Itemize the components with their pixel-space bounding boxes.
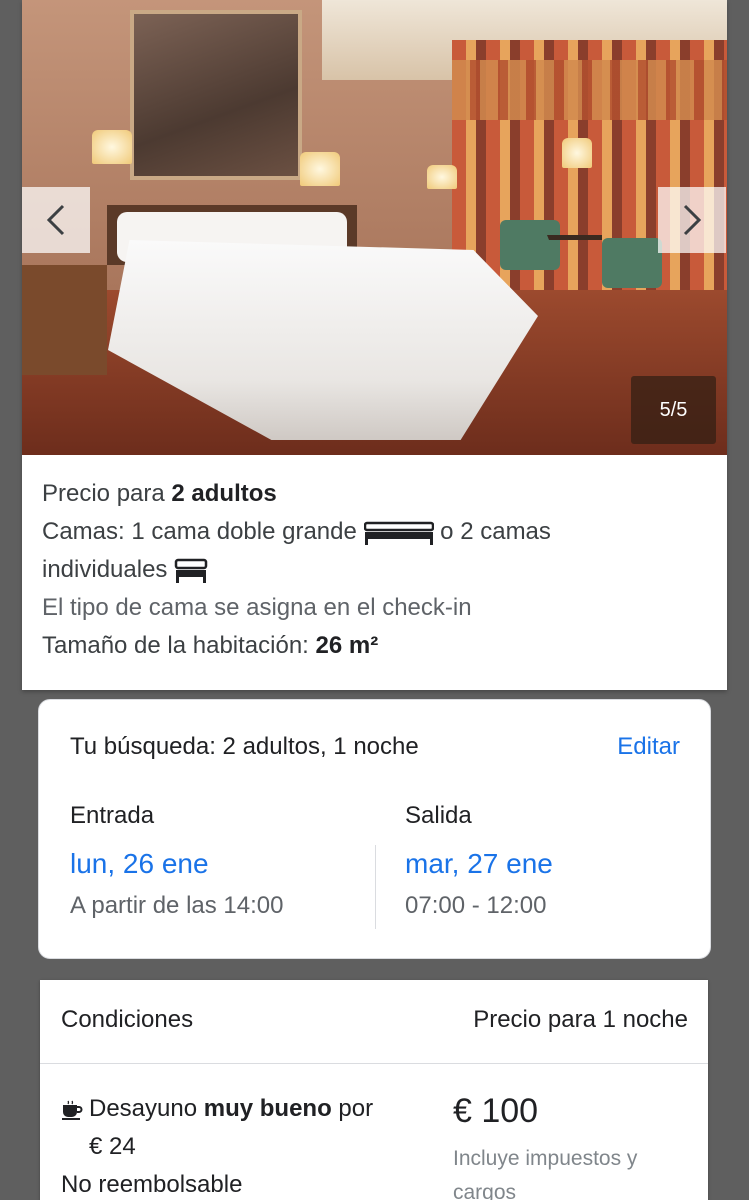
previous-photo-button[interactable] <box>22 187 90 253</box>
rate-card[interactable]: Condiciones Precio para 1 noche Desayuno… <box>40 980 708 1200</box>
search-summary-card: Tu búsqueda: 2 adultos, 1 noche Editar E… <box>38 699 711 959</box>
price-header: Precio para 1 noche <box>473 1006 688 1033</box>
search-summary: Tu búsqueda: 2 adultos, 1 noche <box>70 733 419 760</box>
rate-table-header: Condiciones Precio para 1 noche <box>40 980 708 1064</box>
conditions-header: Condiciones <box>61 1006 194 1033</box>
room-details: Precio para 2 adultos Camas: 1 cama dobl… <box>42 475 712 665</box>
beds-line-cont: individuales <box>42 551 712 589</box>
breakfast-price: € 24 <box>89 1133 136 1160</box>
room-photo[interactable]: 5/5 <box>22 0 727 455</box>
breakfast-line: Desayuno muy bueno por <box>61 1090 421 1128</box>
photo-counter: 5/5 <box>631 376 716 444</box>
bed-assignment-note: El tipo de cama se asigna en el check-in <box>42 594 472 621</box>
price-for-line: Precio para 2 adultos <box>42 480 277 507</box>
checkin-time: A partir de las 14:00 <box>70 892 284 919</box>
room-size-line: Tamaño de la habitación: 26 m² <box>42 632 379 659</box>
checkout-column: Salida mar, 27 ene 07:00 - 12:00 <box>405 802 553 920</box>
checkin-date[interactable]: lun, 26 ene <box>70 848 283 880</box>
column-divider <box>375 845 376 929</box>
checkout-date[interactable]: mar, 27 ene <box>405 848 553 880</box>
checkout-label: Salida <box>405 802 472 829</box>
price-includes-note: Incluye impuestos y cargos <box>453 1147 638 1200</box>
checkin-label: Entrada <box>70 802 155 829</box>
double-bed-icon <box>363 521 434 545</box>
chevron-right-icon <box>683 204 702 236</box>
single-bed-icon <box>174 558 208 583</box>
next-photo-button[interactable] <box>658 187 726 253</box>
edit-search-link[interactable]: Editar <box>617 733 680 761</box>
chevron-left-icon <box>46 204 65 236</box>
nightly-price: € 100 <box>453 1092 539 1130</box>
rate-conditions: Desayuno muy bueno por € 24 No reembolsa… <box>61 1090 421 1200</box>
breakfast-quality: muy bueno <box>203 1095 332 1122</box>
hotel-room-page: 5/5 Precio para 2 adultos Camas: 1 cama … <box>0 0 749 1200</box>
beds-line: Camas: 1 cama doble grande o 2 camas <box>42 518 551 545</box>
guest-count: 2 adultos <box>171 480 277 507</box>
checkout-time: 07:00 - 12:00 <box>405 892 547 919</box>
refund-policy: No reembolsable <box>61 1171 243 1198</box>
room-card: 5/5 Precio para 2 adultos Camas: 1 cama … <box>22 0 727 690</box>
coffee-cup-icon <box>62 1100 83 1120</box>
room-size-value: 26 m² <box>315 632 379 659</box>
checkin-column: Entrada lun, 26 ene A partir de las 14:0… <box>70 802 283 920</box>
